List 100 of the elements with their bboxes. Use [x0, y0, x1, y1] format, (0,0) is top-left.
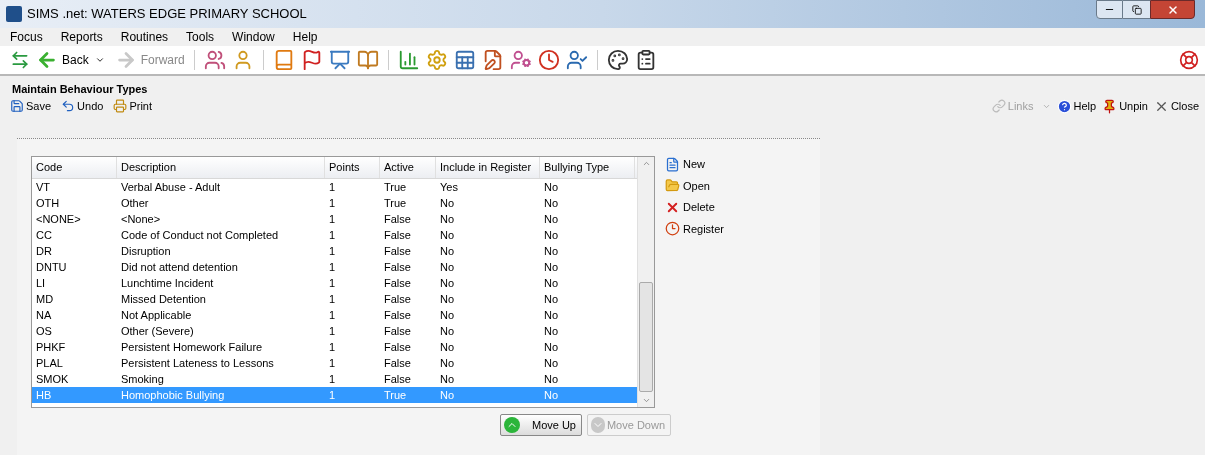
document-icon: [665, 156, 680, 172]
table-cell: Other (Severe): [121, 324, 194, 337]
column-header[interactable]: Bullying Type: [540, 157, 635, 178]
side-action[interactable]: Register: [665, 220, 724, 237]
toolbar-action[interactable]: Help: [1056, 97, 1097, 115]
menu-item[interactable]: Window: [232, 28, 275, 46]
table-cell: Smoking: [121, 372, 164, 385]
table-cell: No: [440, 388, 455, 401]
table-cell: No: [544, 372, 559, 385]
table-cell: OS: [36, 324, 52, 337]
table-cell: No: [440, 340, 455, 353]
column-header[interactable]: Code: [32, 157, 117, 178]
menu-item[interactable]: Reports: [60, 28, 103, 46]
clock-icon[interactable]: [537, 49, 560, 71]
menu-item[interactable]: Focus: [10, 28, 43, 46]
table-cell: VT: [36, 180, 51, 193]
table-cell: 1: [329, 292, 336, 305]
toolbar-action[interactable]: Unpin: [1102, 97, 1148, 115]
table-cell: No: [544, 276, 559, 289]
table-cell: No: [440, 356, 455, 369]
table-row[interactable]: OS Other (Severe) 1 False No No: [32, 323, 637, 339]
gear-icon[interactable]: [425, 49, 448, 71]
column-header[interactable]: Description: [117, 157, 325, 178]
open-book-icon[interactable]: [356, 49, 379, 71]
minimize-button[interactable]: [1096, 0, 1123, 19]
toolbar-action[interactable]: Close: [1153, 97, 1199, 115]
table-cell: Did not attend detention: [121, 260, 238, 273]
window-title: SIMS .net: WATERS EDGE PRIMARY SCHOOL: [27, 5, 307, 24]
easel-icon[interactable]: [328, 49, 351, 71]
column-header[interactable]: Include in Register: [436, 157, 540, 178]
printer-icon: [113, 99, 128, 113]
undo-icon: [61, 99, 76, 113]
table-cell: No: [440, 228, 455, 241]
table-row[interactable]: LI Lunchtime Incident 1 False No No: [32, 275, 637, 291]
person-gear-icon[interactable]: [509, 49, 532, 71]
person-check-icon[interactable]: [565, 49, 588, 71]
table-cell: Homophobic Bullying: [121, 388, 225, 401]
table-cell: No: [440, 308, 455, 321]
table-cell: MD: [36, 292, 54, 305]
table-row[interactable]: SMOK Smoking 1 False No No: [32, 371, 637, 387]
table-cell: 1: [329, 196, 336, 209]
table-row[interactable]: MD Missed Detention 1 False No No: [32, 291, 637, 307]
table-row[interactable]: CC Code of Conduct not Completed 1 False No No: [32, 227, 637, 243]
column-header[interactable]: Active: [380, 157, 436, 178]
side-action[interactable]: Delete: [665, 199, 724, 216]
toolbar-action[interactable]: Save: [10, 97, 52, 115]
table-cell: True: [384, 196, 407, 209]
table-row[interactable]: DNTU Did not attend detention 1 False No No: [32, 259, 637, 275]
table-cell: No: [544, 228, 559, 241]
menu-item[interactable]: Tools: [186, 28, 215, 46]
table-cell: NA: [36, 308, 52, 321]
table-cell: DR: [36, 244, 52, 257]
side-action[interactable]: New: [665, 156, 724, 173]
table-cell: False: [384, 372, 411, 385]
table-row[interactable]: OTH Other 1 True No No: [32, 195, 637, 211]
table-cell: No: [440, 292, 455, 305]
swap-arrows-icon[interactable]: [10, 50, 30, 70]
table-cell: CC: [36, 228, 52, 241]
table-cell: False: [384, 228, 411, 241]
people-icon[interactable]: [203, 49, 226, 71]
link-icon: [991, 99, 1006, 113]
table-cell: No: [544, 196, 559, 209]
table-cell: False: [384, 212, 411, 225]
table-cell: No: [544, 324, 559, 337]
table-cell: No: [544, 340, 559, 353]
app-logo-icon: [6, 6, 22, 22]
column-header[interactable]: Points: [325, 157, 380, 178]
table-cell: No: [544, 180, 559, 193]
table-cell: Persistent Homework Failure: [121, 340, 263, 353]
table-cell: 1: [329, 276, 336, 289]
table-row[interactable]: <NONE> <None> 1 False No No: [32, 211, 637, 227]
menu-item[interactable]: Routines: [120, 28, 169, 46]
dropdown-caret-icon[interactable]: [94, 55, 105, 65]
panel-title: Maintain Behaviour Types: [12, 83, 148, 95]
table-cell: False: [384, 340, 411, 353]
table-cell: 1: [329, 372, 336, 385]
table-cell: False: [384, 356, 411, 369]
restore-button[interactable]: [1123, 0, 1150, 19]
table-cell: False: [384, 260, 411, 273]
table-row[interactable]: NA Not Applicable 1 False No No: [32, 307, 637, 323]
table-cell: PLAL: [36, 356, 63, 369]
menu-item[interactable]: Help: [292, 28, 318, 46]
toolbar-action[interactable]: Print: [113, 97, 152, 115]
table-row[interactable]: VT Verbal Abuse - Adult 1 True Yes No: [32, 179, 637, 195]
table-row[interactable]: PLAL Persistent Lateness to Lessons 1 False No No: [32, 355, 637, 371]
side-action[interactable]: Open: [665, 177, 724, 194]
move-button[interactable]: Move Up: [500, 414, 582, 436]
table-cell: False: [384, 324, 411, 337]
lifebuoy-icon[interactable]: [1179, 50, 1199, 70]
table-row[interactable]: PHKF Persistent Homework Failure 1 False No No: [32, 339, 637, 355]
spreadsheet-icon[interactable]: [453, 49, 476, 71]
table-row[interactable]: DR Disruption 1 False No No: [32, 243, 637, 259]
table-cell: No: [544, 244, 559, 257]
close-window-button[interactable]: [1150, 0, 1195, 19]
bar-chart-icon[interactable]: [397, 49, 420, 71]
back-button[interactable]: Back: [36, 49, 89, 71]
table-cell: False: [384, 308, 411, 321]
toolbar-action[interactable]: Undo: [61, 97, 104, 115]
table-cell: Not Applicable: [121, 308, 192, 321]
table-cell: Other: [121, 196, 149, 209]
